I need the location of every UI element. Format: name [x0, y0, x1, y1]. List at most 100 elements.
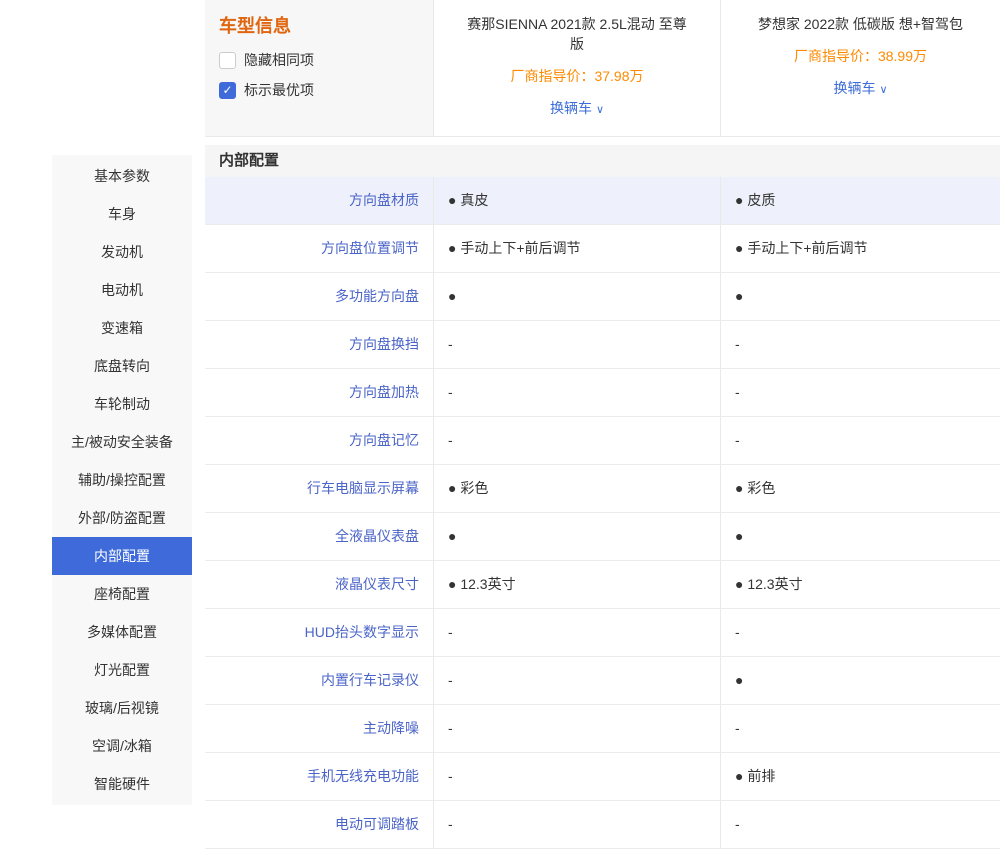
- row-value-1: ● 手动上下+前后调节: [433, 225, 720, 272]
- table-row: 手机无线充电功能-● 前排: [205, 753, 1000, 801]
- row-value-2: ● 手动上下+前后调节: [720, 225, 1000, 272]
- table-row: 多功能方向盘●●: [205, 273, 1000, 321]
- row-label[interactable]: 方向盘换挡: [205, 321, 433, 368]
- page-title: 车型信息: [219, 12, 419, 38]
- table-row: 主动降噪--: [205, 705, 1000, 753]
- row-label[interactable]: 全液晶仪表盘: [205, 513, 433, 560]
- row-label[interactable]: 手机无线充电功能: [205, 753, 433, 800]
- row-value-1: -: [433, 369, 720, 416]
- row-value-1: -: [433, 657, 720, 704]
- sidebar-item-category[interactable]: 灯光配置: [52, 651, 192, 689]
- row-value-1: ● 真皮: [433, 177, 720, 224]
- sidebar-item-category[interactable]: 辅助/操控配置: [52, 461, 192, 499]
- car-name: 赛那SIENNA 2021款 2.5L混动 至尊版: [462, 14, 692, 54]
- table-row: 行车电脑显示屏幕● 彩色● 彩色: [205, 465, 1000, 513]
- row-value-2: ●: [720, 273, 1000, 320]
- price-label: 厂商指导价：: [510, 68, 594, 84]
- row-label[interactable]: 电动可调踏板: [205, 801, 433, 848]
- price-value: 38.99万: [878, 48, 927, 64]
- row-value-1: -: [433, 609, 720, 656]
- sidebar-item-category[interactable]: 车轮制动: [52, 385, 192, 423]
- row-value-2: -: [720, 321, 1000, 368]
- sidebar-item-category[interactable]: 多媒体配置: [52, 613, 192, 651]
- sidebar-item-active[interactable]: 内部配置: [52, 537, 192, 575]
- compare-header: 车型信息 隐藏相同项 ✓ 标示最优项 赛那SIENNA 2021款 2.5L混动…: [205, 0, 1000, 137]
- sidebar-item-category[interactable]: 基本参数: [52, 157, 192, 195]
- table-row: 方向盘位置调节● 手动上下+前后调节● 手动上下+前后调节: [205, 225, 1000, 273]
- switch-car-label: 换辆车: [833, 80, 875, 96]
- mark-best-checkbox[interactable]: ✓ 标示最优项: [219, 80, 419, 100]
- hide-same-checkbox[interactable]: 隐藏相同项: [219, 50, 419, 70]
- table-row: 方向盘加热--: [205, 369, 1000, 417]
- row-value-2: ●: [720, 513, 1000, 560]
- chevron-down-icon: ∨: [596, 104, 604, 116]
- row-value-1: -: [433, 417, 720, 464]
- row-label[interactable]: 内置行车记录仪: [205, 657, 433, 704]
- checkbox-label: 标示最优项: [244, 80, 314, 100]
- price-label: 厂商指导价：: [794, 48, 878, 64]
- row-value-2: -: [720, 369, 1000, 416]
- switch-car-button[interactable]: 换辆车 ∨: [749, 78, 972, 98]
- row-value-2: -: [720, 609, 1000, 656]
- table-row: 全液晶仪表盘●●: [205, 513, 1000, 561]
- row-label[interactable]: 方向盘材质: [205, 177, 433, 224]
- row-value-1: -: [433, 753, 720, 800]
- sidebar-item-category[interactable]: 主/被动安全装备: [52, 423, 192, 461]
- row-label[interactable]: 多功能方向盘: [205, 273, 433, 320]
- car-price: 厂商指导价：38.99万: [749, 46, 972, 66]
- table-row: HUD抬头数字显示--: [205, 609, 1000, 657]
- row-label[interactable]: 主动降噪: [205, 705, 433, 752]
- sidebar-item-category[interactable]: 玻璃/后视镜: [52, 689, 192, 727]
- table-row: 方向盘换挡--: [205, 321, 1000, 369]
- checkbox-label: 隐藏相同项: [244, 50, 314, 70]
- sidebar-item-category[interactable]: 智能硬件: [52, 765, 192, 803]
- row-value-2: ● 皮质: [720, 177, 1000, 224]
- row-value-2: -: [720, 801, 1000, 848]
- sidebar-item-category[interactable]: 外部/防盗配置: [52, 499, 192, 537]
- row-value-2: ●: [720, 657, 1000, 704]
- row-label[interactable]: 方向盘记忆: [205, 417, 433, 464]
- switch-car-label: 换辆车: [550, 100, 592, 116]
- row-value-1: ●: [433, 513, 720, 560]
- car-column-2: 梦想家 2022款 低碳版 想+智驾包 厂商指导价：38.99万 换辆车 ∨: [720, 0, 1000, 136]
- compare-page: 基本参数车身发动机电动机变速箱底盘转向车轮制动主/被动安全装备辅助/操控配置外部…: [0, 0, 1000, 855]
- row-value-1: -: [433, 705, 720, 752]
- sidebar-item-category[interactable]: 底盘转向: [52, 347, 192, 385]
- sidebar-item-category[interactable]: 车身: [52, 195, 192, 233]
- sidebar-item-category[interactable]: 变速箱: [52, 309, 192, 347]
- table-row: 液晶仪表尺寸● 12.3英寸● 12.3英寸: [205, 561, 1000, 609]
- row-value-1: ● 彩色: [433, 465, 720, 512]
- table-row: 方向盘材质● 真皮● 皮质: [205, 177, 1000, 225]
- price-value: 37.98万: [594, 68, 643, 84]
- row-label[interactable]: 方向盘加热: [205, 369, 433, 416]
- checkbox-unchecked-icon[interactable]: [219, 52, 236, 69]
- row-value-2: ● 12.3英寸: [720, 561, 1000, 608]
- row-value-1: -: [433, 801, 720, 848]
- row-value-2: ● 彩色: [720, 465, 1000, 512]
- row-value-1: -: [433, 321, 720, 368]
- sidebar-item-category[interactable]: 座椅配置: [52, 575, 192, 613]
- row-label[interactable]: 方向盘位置调节: [205, 225, 433, 272]
- checkbox-checked-icon[interactable]: ✓: [219, 82, 236, 99]
- row-value-2: -: [720, 705, 1000, 752]
- chevron-down-icon: ∨: [879, 84, 887, 96]
- row-label[interactable]: 行车电脑显示屏幕: [205, 465, 433, 512]
- model-info-cell: 车型信息 隐藏相同项 ✓ 标示最优项: [205, 0, 433, 136]
- row-label[interactable]: 液晶仪表尺寸: [205, 561, 433, 608]
- sidebar-item-category[interactable]: 电动机: [52, 271, 192, 309]
- car-price: 厂商指导价：37.98万: [462, 66, 692, 86]
- table-row: 电动可调踏板--: [205, 801, 1000, 849]
- car-name: 梦想家 2022款 低碳版 想+智驾包: [749, 14, 972, 34]
- section-header: 内部配置: [205, 145, 1000, 177]
- sidebar-item-category[interactable]: 空调/冰箱: [52, 727, 192, 765]
- config-rows: 方向盘材质● 真皮● 皮质方向盘位置调节● 手动上下+前后调节● 手动上下+前后…: [205, 177, 1000, 849]
- switch-car-button[interactable]: 换辆车 ∨: [462, 98, 692, 118]
- sidebar-item-category[interactable]: 发动机: [52, 233, 192, 271]
- table-row: 内置行车记录仪-●: [205, 657, 1000, 705]
- category-sidebar: 基本参数车身发动机电动机变速箱底盘转向车轮制动主/被动安全装备辅助/操控配置外部…: [52, 155, 192, 805]
- row-value-1: ● 12.3英寸: [433, 561, 720, 608]
- row-value-2: -: [720, 417, 1000, 464]
- row-value-2: ● 前排: [720, 753, 1000, 800]
- row-label[interactable]: HUD抬头数字显示: [205, 609, 433, 656]
- compare-table: 车型信息 隐藏相同项 ✓ 标示最优项 赛那SIENNA 2021款 2.5L混动…: [205, 0, 1000, 849]
